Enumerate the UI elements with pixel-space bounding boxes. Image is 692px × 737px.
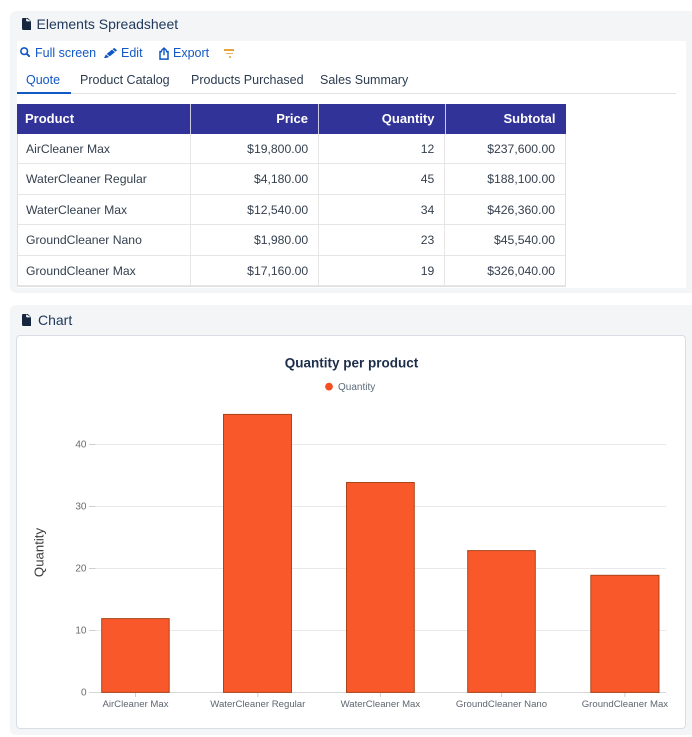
- svg-text:20: 20: [75, 564, 87, 575]
- svg-text:Quantity: Quantity: [32, 528, 47, 578]
- svg-text:WaterCleaner Regular: WaterCleaner Regular: [210, 699, 306, 710]
- svg-text:Quantity per product: Quantity per product: [285, 356, 419, 371]
- svg-text:AirCleaner Max: AirCleaner Max: [102, 699, 168, 710]
- svg-text:30: 30: [75, 502, 87, 513]
- svg-text:10: 10: [75, 626, 87, 637]
- svg-text:40: 40: [75, 440, 87, 451]
- svg-text:0: 0: [81, 688, 87, 699]
- svg-text:WaterCleaner Max: WaterCleaner Max: [341, 699, 421, 710]
- svg-text:GroundCleaner Nano: GroundCleaner Nano: [456, 699, 547, 710]
- svg-text:Quantity: Quantity: [338, 382, 375, 393]
- svg-text:GroundCleaner Max: GroundCleaner Max: [582, 699, 669, 710]
